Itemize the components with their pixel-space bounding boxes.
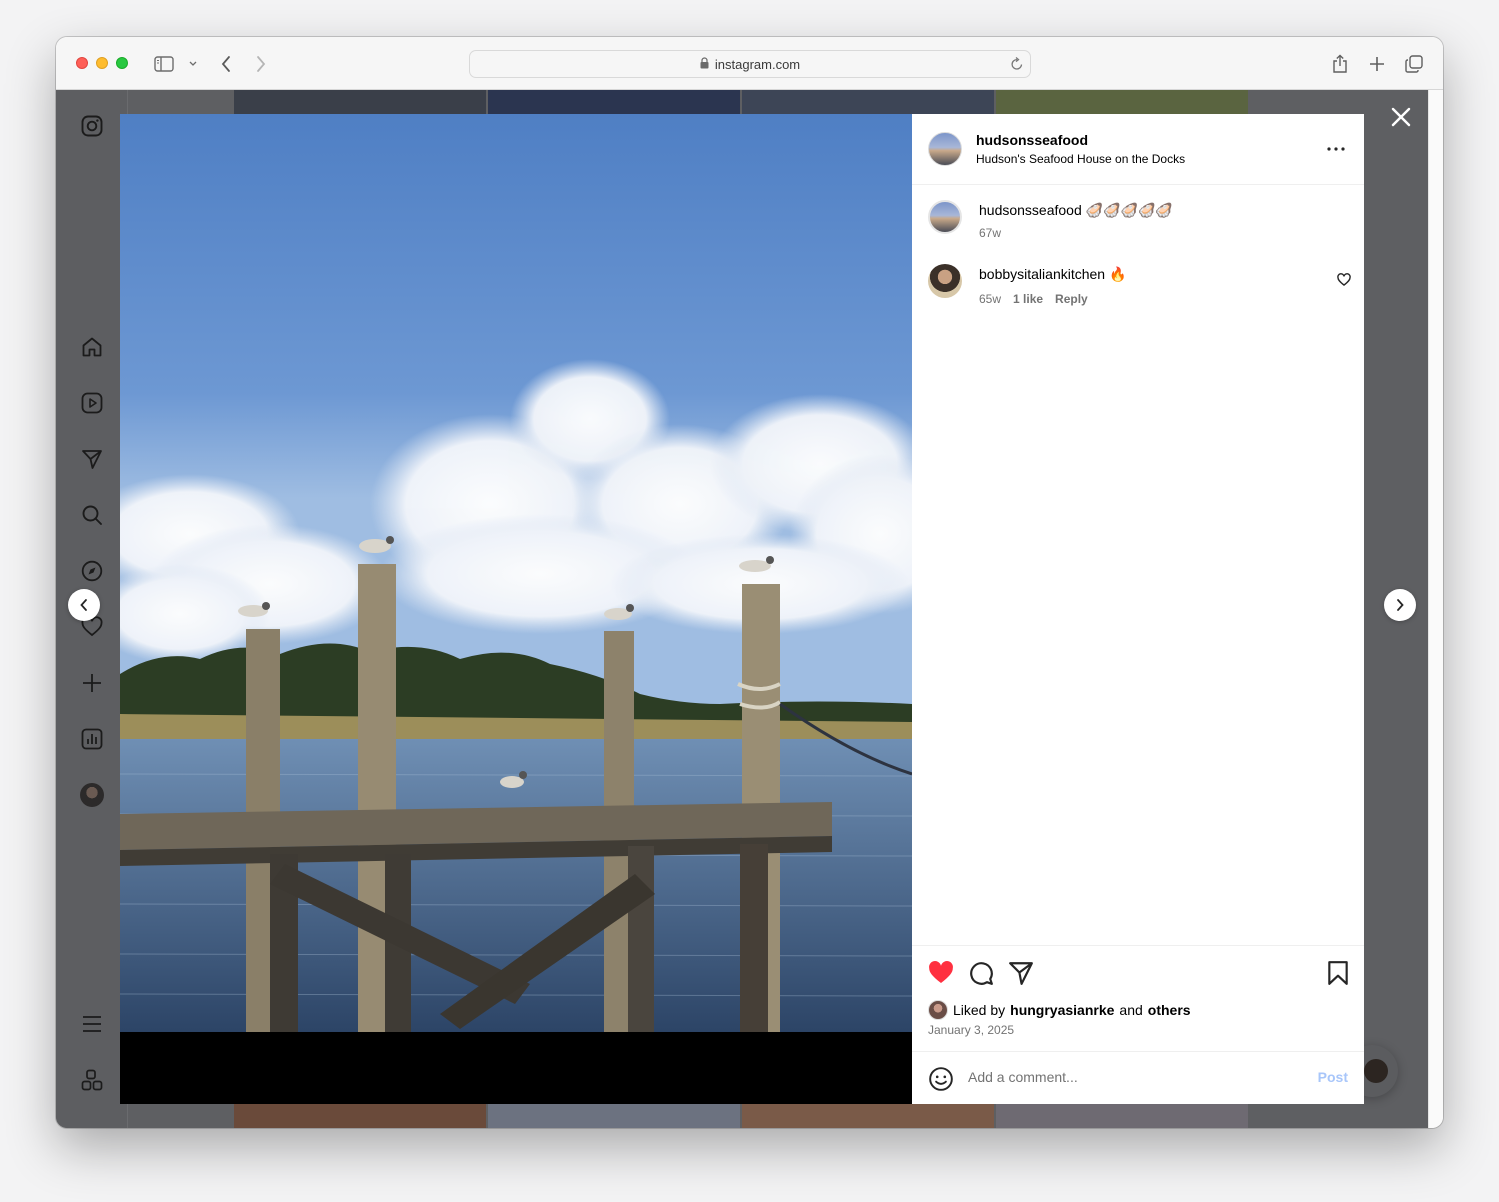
comment-username[interactable]: bobbysitaliankitchen bbox=[979, 266, 1105, 282]
more-apps-icon[interactable] bbox=[79, 1067, 105, 1093]
instagram-logo-icon[interactable] bbox=[79, 113, 105, 139]
home-icon[interactable] bbox=[79, 334, 105, 360]
avatar[interactable] bbox=[928, 132, 962, 166]
caption-username[interactable]: hudsonsseafood bbox=[979, 202, 1082, 218]
grid-tile[interactable] bbox=[742, 1104, 994, 1128]
post-date[interactable]: January 3, 2025 bbox=[928, 1023, 1014, 1037]
profile-avatar[interactable] bbox=[79, 782, 105, 808]
post-author-username[interactable]: hudsonsseafood bbox=[976, 132, 1088, 148]
grid-tile[interactable] bbox=[234, 1104, 486, 1128]
comment-time[interactable]: 65w bbox=[979, 292, 1001, 306]
post-location[interactable]: Hudson's Seafood House on the Docks bbox=[976, 152, 1185, 166]
emoji-icon[interactable] bbox=[928, 1066, 954, 1092]
maximize-window-button[interactable] bbox=[116, 57, 128, 69]
share-icon[interactable] bbox=[1327, 51, 1353, 77]
grid-tile[interactable] bbox=[996, 90, 1248, 114]
comment-like-icon[interactable] bbox=[1337, 273, 1351, 287]
new-tab-icon[interactable] bbox=[1364, 51, 1390, 77]
next-post-button[interactable] bbox=[1384, 589, 1416, 621]
heart-filled-icon bbox=[929, 961, 953, 984]
comment-input[interactable]: Add a comment... bbox=[968, 1069, 1078, 1085]
share-post-icon[interactable] bbox=[1008, 960, 1034, 986]
post-comment-button[interactable]: Post bbox=[1318, 1069, 1348, 1085]
comment-likes[interactable]: 1 like bbox=[1013, 292, 1043, 306]
address-bar[interactable]: instagram.com bbox=[469, 50, 1031, 78]
comment-icon[interactable] bbox=[968, 960, 994, 986]
save-bookmark-icon[interactable] bbox=[1326, 960, 1350, 986]
post-actions: Liked by hungryasianrke and others Janua… bbox=[912, 945, 1364, 1051]
direct-icon[interactable] bbox=[79, 446, 105, 472]
grid-tile[interactable] bbox=[488, 1104, 740, 1128]
chevron-right-icon bbox=[1397, 599, 1404, 611]
avatar[interactable] bbox=[928, 200, 962, 234]
search-icon[interactable] bbox=[79, 502, 105, 528]
liked-by-user[interactable]: hungryasianrke bbox=[1010, 1002, 1114, 1018]
insights-icon[interactable] bbox=[79, 726, 105, 752]
url-text: instagram.com bbox=[714, 56, 801, 72]
close-icon[interactable] bbox=[1390, 106, 1412, 128]
lock-icon bbox=[700, 56, 709, 72]
tab-overview-icon[interactable] bbox=[1401, 51, 1427, 77]
grid-tile[interactable] bbox=[234, 90, 486, 114]
post-image[interactable] bbox=[120, 114, 912, 1104]
liked-by-line: Liked by hungryasianrke and others bbox=[928, 1000, 1191, 1020]
avatar[interactable] bbox=[928, 264, 962, 298]
sidebar-toggle-icon[interactable] bbox=[151, 51, 177, 77]
chevron-left-icon bbox=[80, 599, 87, 611]
forward-icon[interactable] bbox=[248, 51, 274, 77]
explore-icon[interactable] bbox=[79, 558, 105, 584]
liked-by-prefix: Liked by bbox=[953, 1002, 1006, 1018]
back-icon[interactable] bbox=[213, 51, 239, 77]
grid-tile[interactable] bbox=[996, 1104, 1248, 1128]
like-button[interactable] bbox=[928, 960, 954, 986]
comment-text: 🔥 bbox=[1108, 266, 1127, 282]
reply-button[interactable]: Reply bbox=[1055, 292, 1088, 306]
close-window-button[interactable] bbox=[76, 57, 88, 69]
post-header: hudsonsseafood Hudson's Seafood House on… bbox=[912, 114, 1364, 185]
avatar[interactable] bbox=[928, 1000, 948, 1020]
chevron-down-icon[interactable] bbox=[180, 51, 206, 77]
caption-time[interactable]: 67w bbox=[979, 226, 1001, 240]
reels-icon[interactable] bbox=[79, 390, 105, 416]
browser-window: instagram.com hudsonsseafood Hudson's Se… bbox=[56, 37, 1443, 1128]
post-detail-panel: hudsonsseafood Hudson's Seafood House on… bbox=[912, 114, 1364, 1104]
liked-by-others[interactable]: others bbox=[1148, 1002, 1191, 1018]
more-options-icon[interactable] bbox=[1326, 141, 1346, 157]
reload-icon[interactable] bbox=[1010, 56, 1024, 75]
browser-toolbar: instagram.com bbox=[56, 37, 1443, 90]
add-comment-bar: Add a comment... Post bbox=[912, 1051, 1364, 1104]
create-icon[interactable] bbox=[79, 670, 105, 696]
minimize-window-button[interactable] bbox=[96, 57, 108, 69]
menu-icon[interactable] bbox=[79, 1011, 105, 1037]
grid-tile[interactable] bbox=[742, 90, 994, 114]
caption-text: 🦪🦪🦪🦪🦪 bbox=[1085, 202, 1173, 218]
previous-post-button[interactable] bbox=[68, 589, 100, 621]
grid-tile[interactable] bbox=[488, 90, 740, 114]
liked-by-connector: and bbox=[1119, 1002, 1143, 1018]
page-content: hudsonsseafood Hudson's Seafood House on… bbox=[56, 90, 1428, 1128]
scrollbar[interactable] bbox=[1428, 90, 1443, 1128]
